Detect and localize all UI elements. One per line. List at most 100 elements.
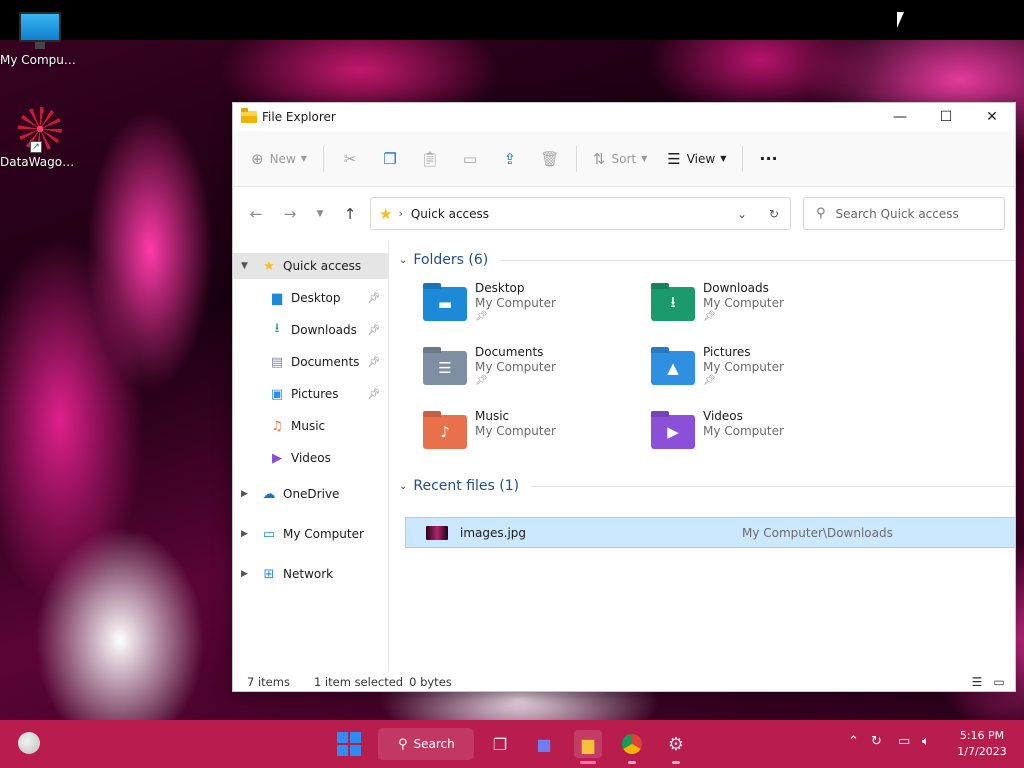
cut-button[interactable]: ✂ bbox=[330, 144, 370, 174]
folders-section-header[interactable]: ⌄ Folders (6) bbox=[399, 249, 1015, 271]
documents-folder-icon: ☰ bbox=[423, 351, 467, 385]
folder-name: Desktop bbox=[475, 281, 525, 295]
sidebar-item-downloads[interactable]: ⭳ Downloads 📌︎ bbox=[233, 317, 388, 343]
desktop-icon-label: DataWagon... bbox=[0, 155, 80, 169]
up-button[interactable]: ↑ bbox=[333, 199, 367, 229]
close-button[interactable]: ✕ bbox=[969, 103, 1015, 131]
folder-desktop[interactable]: ▬ Desktop My Computer 📌︎ bbox=[423, 281, 651, 335]
task-view-button[interactable]: ❐ bbox=[486, 730, 514, 758]
more-options-button[interactable]: ··· bbox=[749, 144, 787, 174]
taskbar-search-label: Search bbox=[413, 737, 455, 751]
recent-files-section-header[interactable]: ⌄ Recent files (1) bbox=[399, 475, 1015, 497]
folder-downloads[interactable]: ⭳ Downloads My Computer 📌︎ bbox=[651, 281, 879, 335]
sidebar-item-music[interactable]: ♫ Music bbox=[233, 413, 388, 439]
weather-widget-icon[interactable] bbox=[18, 732, 40, 754]
maximize-button[interactable]: ☐ bbox=[923, 103, 969, 131]
search-box[interactable]: ⚲ bbox=[803, 197, 1005, 230]
recent-heading: Recent files (1) bbox=[413, 478, 520, 494]
rename-button[interactable]: ▭ bbox=[450, 144, 490, 174]
refresh-button[interactable]: ↻ bbox=[758, 207, 790, 221]
sidebar-item-label: OneDrive bbox=[283, 487, 340, 501]
minimize-button[interactable]: — bbox=[877, 103, 923, 131]
taskbar-file-explorer[interactable]: ▆ bbox=[574, 730, 602, 764]
taskbar: ⚲ Search ❐ ■ ▆ ⚙ ⌃ ↻ ▭ 🔈︎ 5:16 PM 1/7/20… bbox=[0, 720, 1024, 768]
paste-button[interactable]: 📋︎ bbox=[410, 144, 450, 174]
videos-icon: ▶ bbox=[272, 450, 282, 466]
breadcrumb-quick-access[interactable]: Quick access bbox=[411, 207, 726, 221]
sidebar-item-network[interactable]: ▶ ⊞ Network bbox=[233, 561, 388, 587]
pin-icon: 📌︎ bbox=[367, 388, 380, 400]
sidebar-item-desktop[interactable]: ▆ Desktop 📌︎ bbox=[233, 285, 388, 311]
folder-music[interactable]: ♪ Music My Computer bbox=[423, 409, 651, 463]
sidebar-item-label: My Computer bbox=[283, 527, 364, 541]
taskbar-settings[interactable]: ⚙ bbox=[662, 730, 690, 764]
desktop-icon-label: My Computer bbox=[0, 53, 80, 67]
network-icon: ⊞ bbox=[263, 566, 275, 582]
chevron-down-icon: ⌄ bbox=[399, 480, 408, 492]
delete-button[interactable]: 🗑︎ bbox=[530, 144, 570, 174]
start-button[interactable] bbox=[337, 732, 361, 756]
sidebar-item-pictures[interactable]: ▣ Pictures 📌︎ bbox=[233, 381, 388, 407]
search-icon: ⚲ bbox=[816, 206, 826, 221]
copy-button[interactable]: ❐ bbox=[370, 144, 410, 174]
folder-location: My Computer bbox=[703, 296, 784, 310]
details-view-button[interactable]: ☰ bbox=[967, 674, 987, 690]
task-view-icon: ❐ bbox=[492, 734, 508, 754]
clipboard-icon: 📋︎ bbox=[420, 149, 440, 168]
sidebar-item-quick-access[interactable]: ▼ ★ Quick access bbox=[233, 253, 388, 279]
command-bar: ⊕ New ▼ ✂ ❐ 📋︎ ▭ ⇪ 🗑︎ ⇅ Sort ▼ ☰ View ▼ … bbox=[233, 131, 1015, 187]
downloads-folder-icon: ⭳ bbox=[651, 287, 695, 321]
show-hidden-icons-button[interactable]: ⌃ bbox=[848, 734, 859, 749]
sidebar-item-onedrive[interactable]: ▶ ☁ OneDrive bbox=[233, 481, 388, 507]
desktop-icon-datawagon[interactable]: ↗ DataWagon... bbox=[0, 107, 80, 169]
item-count: 7 items bbox=[247, 675, 290, 689]
breadcrumb-separator: › bbox=[398, 207, 403, 220]
sidebar-item-videos[interactable]: ▶ Videos bbox=[233, 445, 388, 471]
view-label: View bbox=[686, 151, 716, 166]
recent-locations-button[interactable]: ▼ bbox=[307, 199, 333, 229]
sync-icon[interactable]: ↻ bbox=[871, 734, 882, 749]
chat-button[interactable]: ■ bbox=[530, 730, 558, 758]
clock-date: 1/7/2023 bbox=[957, 745, 1007, 758]
tiles-view-button[interactable]: ▭ bbox=[989, 674, 1009, 690]
pin-icon: 📌︎ bbox=[367, 292, 380, 304]
folder-location: My Computer bbox=[475, 360, 556, 374]
system-clock[interactable]: 5:16 PM 1/7/2023 bbox=[952, 728, 1012, 760]
search-icon: ⚲ bbox=[398, 736, 408, 752]
recent-file-row[interactable]: images.jpg My Computer\Downloads bbox=[405, 517, 1015, 548]
folder-icon: ▆ bbox=[581, 734, 595, 754]
folder-documents[interactable]: ☰ Documents My Computer 📌︎ bbox=[423, 345, 651, 399]
sidebar-item-my-computer[interactable]: ▶ ▭ My Computer bbox=[233, 521, 388, 547]
sort-button[interactable]: ⇅ Sort ▼ bbox=[583, 144, 657, 174]
folder-pictures[interactable]: ▲ Pictures My Computer 📌︎ bbox=[651, 345, 879, 399]
title-bar[interactable]: File Explorer — ☐ ✕ bbox=[233, 103, 1015, 131]
search-input[interactable] bbox=[835, 206, 986, 221]
forward-button[interactable]: → bbox=[273, 199, 307, 229]
share-button[interactable]: ⇪ bbox=[490, 144, 530, 174]
volume-icon[interactable]: 🔈︎ bbox=[922, 734, 930, 749]
share-icon: ⇪ bbox=[503, 149, 517, 168]
windows-logo-icon bbox=[350, 732, 361, 743]
sidebar-item-label: Documents bbox=[291, 355, 360, 369]
display-icon[interactable]: ▭ bbox=[898, 734, 910, 749]
sort-label: Sort bbox=[611, 151, 637, 166]
folder-videos[interactable]: ▶ Videos My Computer bbox=[651, 409, 879, 463]
content-pane: ⌄ Folders (6) ▬ Desktop My Computer 📌︎ ⭳ bbox=[389, 241, 1015, 671]
new-button[interactable]: ⊕ New ▼ bbox=[241, 144, 317, 174]
star-icon: ★ bbox=[379, 204, 393, 223]
taskbar-search-button[interactable]: ⚲ Search bbox=[378, 728, 474, 760]
back-button[interactable]: ← bbox=[239, 199, 273, 229]
music-folder-icon: ♪ bbox=[423, 415, 467, 449]
music-icon: ♫ bbox=[271, 418, 283, 434]
pin-icon: 📌︎ bbox=[703, 311, 716, 322]
desktop-folder-icon: ▆ bbox=[272, 290, 282, 306]
folder-location: My Computer bbox=[475, 424, 556, 438]
taskbar-chrome[interactable] bbox=[618, 730, 646, 764]
chevron-down-icon: ▼ bbox=[316, 209, 324, 219]
arrow-right-icon: → bbox=[283, 205, 297, 223]
desktop-icon-my-computer[interactable]: My Computer bbox=[0, 12, 80, 67]
sidebar-item-documents[interactable]: ▤ Documents 📌︎ bbox=[233, 349, 388, 375]
view-button[interactable]: ☰ View ▼ bbox=[657, 144, 736, 174]
address-history-button[interactable]: ⌄ bbox=[726, 207, 758, 221]
address-bar[interactable]: ★ › Quick access ⌄ ↻ bbox=[370, 197, 791, 230]
